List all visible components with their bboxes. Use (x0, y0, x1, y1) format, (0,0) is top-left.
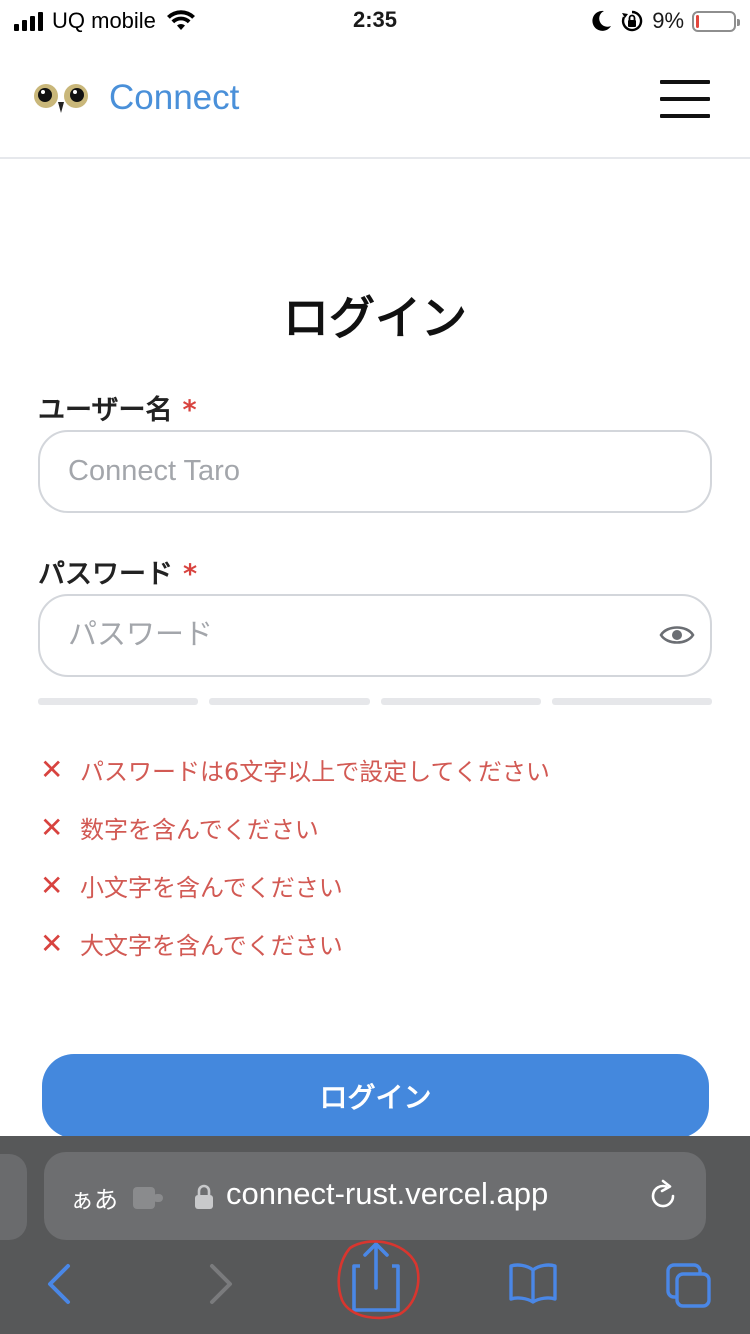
password-rule: ✕ 数字を含んでください (40, 798, 550, 856)
strength-segment (209, 698, 370, 705)
username-label-text: ユーザー名 (38, 395, 173, 426)
share-icon[interactable] (330, 1238, 422, 1320)
back-icon[interactable] (44, 1262, 74, 1306)
cross-icon: ✕ (40, 926, 64, 960)
password-label: パスワード * (38, 552, 197, 591)
battery-percent: 9% (652, 8, 684, 33)
bookmarks-icon[interactable] (508, 1262, 558, 1304)
cross-icon: ✕ (40, 810, 64, 844)
forward-icon[interactable] (206, 1262, 236, 1306)
rule-text: パスワードは6文字以上で設定してください (80, 757, 550, 786)
login-button[interactable]: ログイン (42, 1054, 709, 1138)
cross-icon: ✕ (40, 752, 64, 786)
url-text[interactable]: connect-rust.vercel.app (226, 1176, 548, 1212)
owl-logo-icon[interactable] (33, 80, 89, 116)
hamburger-menu-icon[interactable] (660, 80, 710, 118)
password-input[interactable] (68, 596, 648, 675)
password-rule: ✕ パスワードは6文字以上で設定してください (40, 740, 550, 798)
rule-text: 小文字を含んでください (80, 873, 343, 902)
text-size-button[interactable]: ぁあ (70, 1180, 118, 1215)
tabs-icon[interactable] (665, 1262, 713, 1310)
cross-icon: ✕ (40, 868, 64, 902)
strength-segment (38, 698, 199, 705)
battery-icon (692, 10, 740, 32)
required-mark: * (183, 559, 198, 590)
moon-icon (592, 10, 612, 31)
password-rules-list: ✕ パスワードは6文字以上で設定してください ✕ 数字を含んでください ✕ 小文… (40, 740, 550, 972)
brand-name[interactable]: Connect (109, 78, 239, 118)
status-bar: UQ mobile 2:35 9% (0, 0, 750, 42)
password-field[interactable] (38, 594, 712, 677)
strength-segment (380, 698, 541, 705)
extension-icon[interactable] (132, 1186, 166, 1210)
app-header: Connect (0, 42, 750, 159)
rule-text: 数字を含んでください (80, 815, 319, 844)
reload-icon[interactable] (646, 1179, 680, 1213)
eye-icon[interactable] (659, 622, 695, 648)
previous-tab-preview[interactable] (0, 1154, 27, 1240)
username-input[interactable] (68, 432, 648, 511)
password-rule: ✕ 大文字を含んでください (40, 914, 550, 972)
username-field[interactable] (38, 430, 712, 513)
page-title: ログイン (283, 291, 467, 345)
status-bar-right: 9% (592, 8, 740, 34)
password-strength-meter (38, 698, 712, 705)
password-label-text: パスワード (38, 559, 173, 590)
username-label: ユーザー名 * (38, 388, 197, 427)
strength-segment (551, 698, 712, 705)
address-bar[interactable]: ぁあ connect-rust.vercel.app (44, 1152, 706, 1240)
required-mark: * (182, 395, 197, 426)
rotation-lock-icon (622, 10, 643, 32)
lock-icon (195, 1184, 213, 1209)
password-rule: ✕ 小文字を含んでください (40, 856, 550, 914)
rule-text: 大文字を含んでください (80, 931, 343, 960)
